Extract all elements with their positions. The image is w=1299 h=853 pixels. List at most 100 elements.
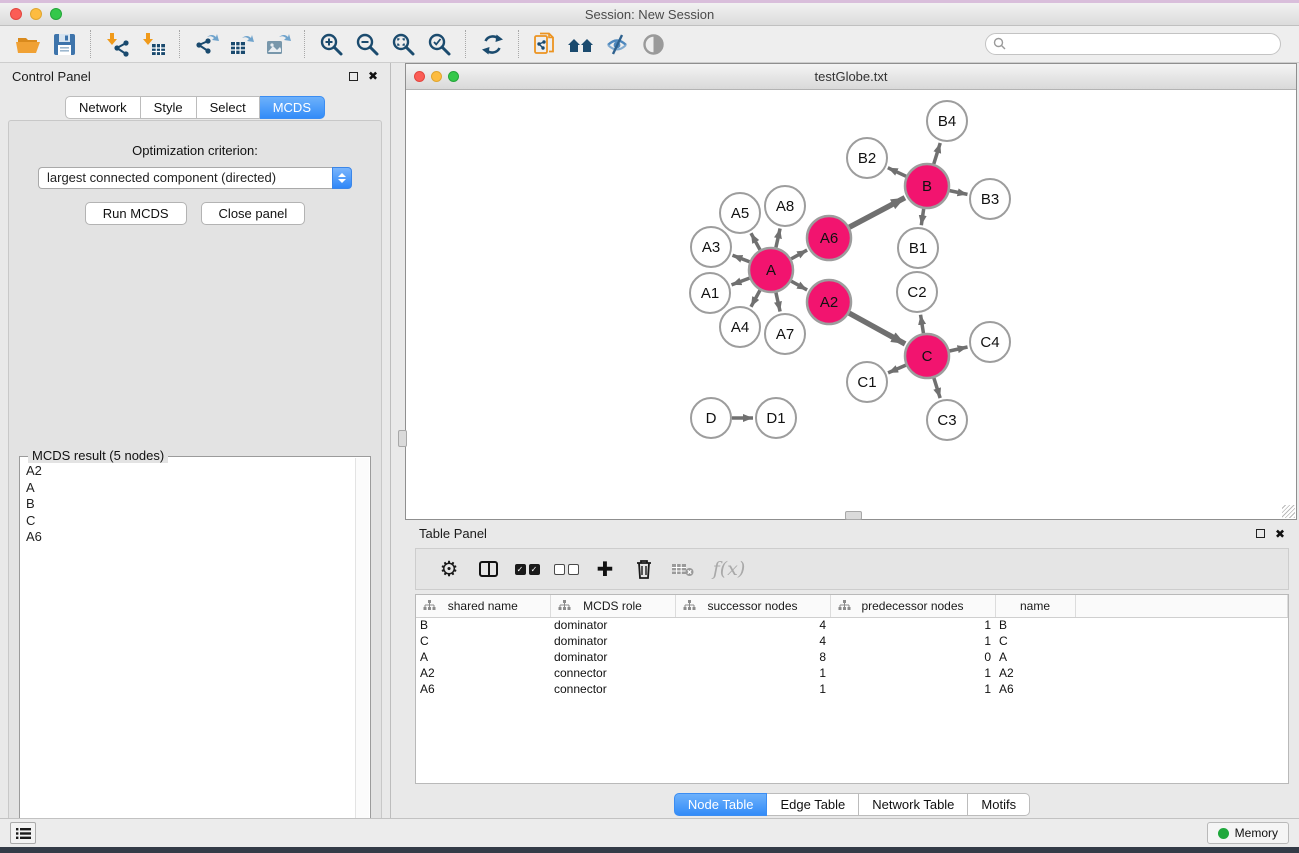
export-network-button[interactable] (190, 29, 222, 59)
graph-edge-C-C1[interactable] (888, 365, 906, 373)
table-settings-button[interactable]: ⚙ (434, 554, 464, 584)
hierarchy-icon (838, 600, 851, 611)
close-table-panel-icon[interactable]: ✖ (1275, 528, 1285, 540)
import-network-button[interactable] (101, 29, 133, 59)
unchecked-checkboxes-icon (554, 564, 579, 575)
mcds-result-item[interactable]: A6 (26, 529, 349, 546)
run-mcds-button[interactable]: Run MCDS (85, 202, 187, 225)
zoom-in-button[interactable] (315, 29, 347, 59)
graph-edge-A6-B[interactable] (849, 198, 905, 228)
table-row[interactable]: Bdominator 41 B (416, 617, 1288, 633)
graph-edge-B-B1[interactable] (921, 209, 923, 225)
refresh-view-button[interactable] (476, 29, 508, 59)
chevron-down-icon (338, 179, 346, 183)
node-table: shared name MCDS role successor nodes pr… (415, 594, 1289, 784)
graph-edge-A-A8[interactable] (776, 228, 780, 247)
export-image-button[interactable] (262, 29, 294, 59)
column-header-mcds-role[interactable]: MCDS role (550, 595, 675, 617)
graph-edge-C-C2[interactable] (921, 315, 924, 334)
window-resize-grip[interactable] (1282, 505, 1295, 518)
float-table-panel-icon[interactable] (1256, 529, 1265, 538)
graph-node-label-A6: A6 (820, 230, 838, 247)
close-panel-button[interactable]: Close panel (201, 202, 306, 225)
tab-node-table[interactable]: Node Table (674, 793, 768, 816)
graph-edge-A-A1[interactable] (732, 278, 750, 285)
tab-mcds[interactable]: MCDS (260, 96, 325, 119)
graph-edge-B-B4[interactable] (934, 143, 940, 164)
deselect-all-columns-button[interactable] (551, 554, 581, 584)
open-session-button[interactable] (12, 29, 44, 59)
graph-node-label-C1: C1 (857, 374, 876, 391)
hide-panels-button[interactable] (601, 29, 633, 59)
column-header-shared-name[interactable]: shared name (416, 595, 550, 617)
graph-edge-B-B3[interactable] (950, 191, 968, 195)
graph-edge-A-A4[interactable] (751, 290, 760, 307)
graph-edge-A2-C[interactable] (849, 313, 905, 344)
table-row[interactable]: A6connector 11 A6 (416, 681, 1288, 697)
zoom-selected-button[interactable] (423, 29, 455, 59)
save-session-button[interactable] (48, 29, 80, 59)
tab-style[interactable]: Style (141, 96, 197, 119)
function-builder-button[interactable]: f(x) (707, 554, 751, 584)
table-row[interactable]: Cdominator 41 C (416, 633, 1288, 649)
graph-edge-A-A3[interactable] (732, 255, 749, 262)
network-graph-svg[interactable]: B4B2BB3A8A5A6B1A3AC2A1A2A4A7C4CC1C3DD1 (406, 90, 1296, 519)
tab-motifs[interactable]: Motifs (968, 793, 1030, 816)
graph-node-label-B: B (922, 178, 932, 195)
table-row[interactable]: A2connector 11 A2 (416, 665, 1288, 681)
mcds-result-item[interactable]: A2 (26, 463, 349, 480)
network-canvas[interactable]: B4B2BB3A8A5A6B1A3AC2A1A2A4A7C4CC1C3DD1 (406, 90, 1296, 519)
splitter-handle-vertical[interactable] (398, 430, 407, 447)
result-list-scrollbar[interactable] (355, 458, 369, 853)
tab-edge-table[interactable]: Edge Table (767, 793, 859, 816)
splitter-handle-horizontal[interactable] (845, 511, 862, 520)
graph-edge-A-A2[interactable] (791, 281, 807, 290)
mcds-result-item[interactable]: A (26, 480, 349, 497)
graph-edge-B-B2[interactable] (888, 168, 906, 177)
table-panel-tabs: Node Table Edge Table Network Table Moti… (405, 793, 1299, 816)
toolbar-separator (304, 30, 305, 58)
memory-button[interactable]: Memory (1207, 822, 1289, 844)
export-table-button[interactable] (226, 29, 258, 59)
delete-column-button[interactable] (629, 554, 659, 584)
graph-edge-A-A5[interactable] (751, 233, 760, 250)
import-table-button[interactable] (137, 29, 169, 59)
graph-node-label-B2: B2 (858, 150, 876, 167)
tab-network[interactable]: Network (65, 96, 141, 119)
split-table-button[interactable] (473, 554, 503, 584)
float-panel-icon[interactable] (349, 72, 358, 81)
zoom-out-button[interactable] (351, 29, 383, 59)
graph-edge-A-A7[interactable] (776, 292, 780, 311)
mcds-result-list[interactable]: A2 A B C A6 (21, 461, 354, 853)
select-all-columns-button[interactable]: ✓✓ (512, 554, 542, 584)
optimization-criterion-dropdown[interactable]: largest connected component (directed) (38, 167, 352, 189)
mcds-result-item[interactable]: B (26, 496, 349, 513)
dropdown-stepper-icon[interactable] (332, 167, 352, 189)
graph-edge-A-A6[interactable] (791, 250, 807, 259)
import-table-icon (140, 31, 167, 58)
chevron-up-icon (338, 173, 346, 177)
clone-network-button[interactable] (529, 29, 561, 59)
zoom-fit-button[interactable] (387, 29, 419, 59)
column-header-predecessor-nodes[interactable]: predecessor nodes (830, 595, 995, 617)
column-header-name[interactable]: name (995, 595, 1075, 617)
global-search-field[interactable] (985, 33, 1281, 55)
graph-edge-C-C4[interactable] (949, 347, 967, 351)
column-header-successor-nodes[interactable]: successor nodes (675, 595, 830, 617)
mcds-result-item[interactable]: C (26, 513, 349, 530)
tab-network-table[interactable]: Network Table (859, 793, 968, 816)
graph-node-label-C: C (922, 348, 933, 365)
delete-table-button[interactable] (668, 554, 698, 584)
memory-status-dot (1218, 828, 1229, 839)
search-input[interactable] (1008, 35, 1280, 53)
graph-node-label-D1: D1 (766, 410, 785, 427)
tab-select[interactable]: Select (197, 96, 260, 119)
show-eye-button[interactable] (637, 29, 669, 59)
task-history-button[interactable] (10, 822, 36, 844)
mcds-result-box: MCDS result (5 nodes) A2 A B C A6 (19, 456, 371, 853)
close-panel-icon[interactable]: ✖ (368, 70, 378, 82)
birds-eye-view-button[interactable] (565, 29, 597, 59)
table-row[interactable]: Adominator 80 A (416, 649, 1288, 665)
add-column-button[interactable]: ✚ (590, 554, 620, 584)
graph-edge-C-C3[interactable] (934, 378, 940, 398)
